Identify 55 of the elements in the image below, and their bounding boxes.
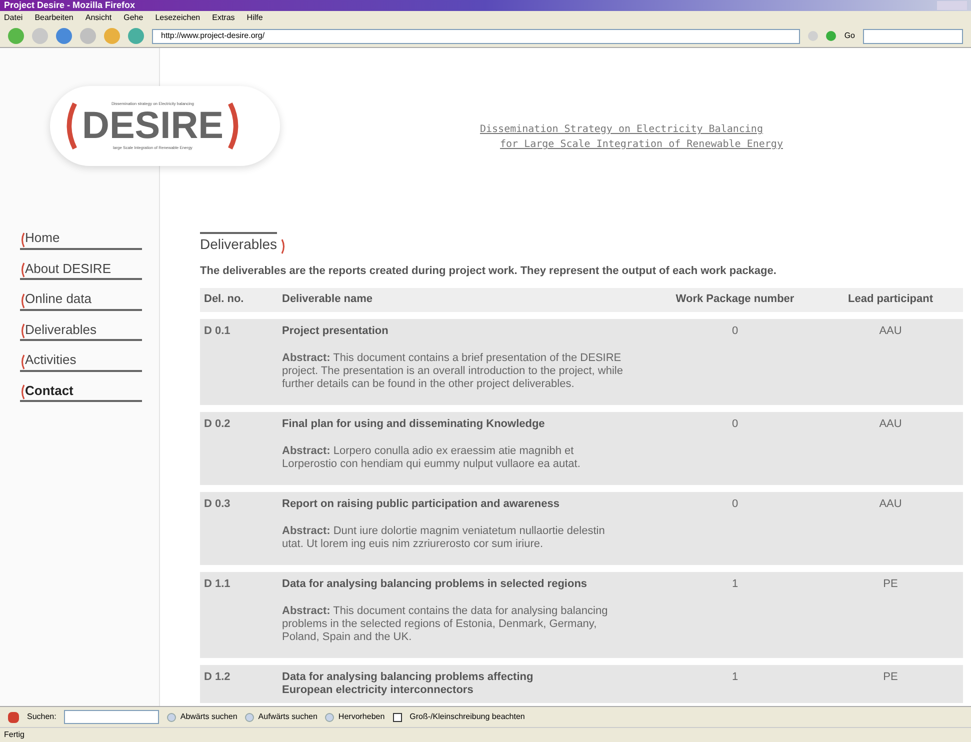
table-cell-text: AAU <box>878 498 903 510</box>
abstract-text: Abstract: Dunt iure dolortie magnim veniatetum nullaortie delestin utat. Ut lorem ing euis nim zzriurerosto cor sum iriure. <box>282 524 606 552</box>
column-header: Del. no. <box>203 292 245 308</box>
nav-link[interactable]: Contact <box>20 380 142 402</box>
table-cell-text: AAU <box>878 324 903 338</box>
abstract-text: Abstract: Lorpero conulla adio ex eraessim atie magnibh et Lorperostio con hendiam qui eummy nulput vullaore ea autat. <box>282 444 582 472</box>
menu-item[interactable]: Gehe <box>124 12 144 24</box>
table-cell-text: PE <box>882 578 899 590</box>
window-title: Project Desire - Mozilla Firefox <box>4 1 136 10</box>
menu-item[interactable]: Datei <box>4 12 23 24</box>
table-cell-text: D 1.1 <box>203 578 232 590</box>
nav-link[interactable]: Home <box>20 228 142 250</box>
abstract-text: Abstract: This document contains a brief presentation of the DESIRE project. The presentation is an overall introduction to the project, while further details can be found in the other project deliverables. <box>282 352 624 392</box>
menu-item[interactable]: Lesezeichen <box>155 12 200 24</box>
table-cell-text: 0 <box>730 418 740 430</box>
nav-link[interactable]: About DESIRE <box>20 258 142 280</box>
checkbox-label: Groß-/Kleinschreibung beachten <box>410 711 525 723</box>
column-header: Lead participant <box>847 292 934 308</box>
table-cell-text: 0 <box>730 498 740 510</box>
menu-item[interactable]: Hilfe <box>246 12 263 24</box>
table-cell-text: D 0.3 <box>203 498 232 510</box>
find-button[interactable]: Abwärts suchen <box>167 711 238 723</box>
find-button[interactable]: Hervorheben <box>325 711 385 723</box>
nav-link[interactable]: Online data <box>20 289 142 310</box>
menu-item[interactable]: Extras <box>212 12 235 24</box>
intro-text: The deliverables are the reports created during project work. They represent the output of each work package. <box>200 264 778 279</box>
address-field[interactable]: http://www.project-desire.org/ <box>152 28 800 44</box>
table-cell-text: 0 <box>730 324 740 338</box>
deliverable-name: Project presentation <box>282 324 390 338</box>
go-button[interactable]: Go <box>844 30 855 42</box>
table-cell-text: PE <box>882 670 899 684</box>
status-text: Fertig <box>4 729 24 741</box>
table-cell-text: D 0.2 <box>203 418 232 430</box>
abstract-text: Abstract: This document contains the data for analysing balancing problems in the selected regions of Estonia, Denmark, Germany, Poland, Spain and the UK. <box>282 604 609 644</box>
find-button[interactable]: Aufwärts suchen <box>245 711 318 723</box>
table-cell-text: D 0.1 <box>203 324 232 338</box>
table-cell-text: 1 <box>730 670 740 684</box>
section-heading: Deliverables <box>200 232 278 255</box>
column-header: Deliverable name <box>282 292 374 308</box>
find-label: Suchen: <box>27 711 56 723</box>
column-header: Work Package number <box>674 292 796 308</box>
menu-item[interactable]: Bearbeiten <box>34 12 74 24</box>
tagline-link[interactable]: for Large Scale Integration of Renewable Energy <box>460 137 783 152</box>
deliverable-name: Data for analysing balancing problems in selected regions <box>282 578 588 590</box>
tagline-link[interactable]: Dissemination Strategy on Electricity Balancing <box>480 122 763 137</box>
table-cell-text: AAU <box>878 418 903 430</box>
menu-item[interactable]: Ansicht <box>85 12 112 24</box>
table-cell-text: 1 <box>730 578 740 590</box>
nav-link[interactable]: Deliverables <box>20 320 142 341</box>
logo-wordmark: DESIRE <box>82 107 224 145</box>
table-cell-text: D 1.2 <box>203 670 232 684</box>
deliverable-name: Final plan for using and disseminating Knowledge <box>282 418 546 430</box>
deliverable-name: Data for analysing balancing problems affecting European electricity interconnectors <box>282 670 534 696</box>
deliverable-name: Report on raising public participation and awareness <box>282 498 560 510</box>
nav-link[interactable]: Activities <box>20 350 142 372</box>
